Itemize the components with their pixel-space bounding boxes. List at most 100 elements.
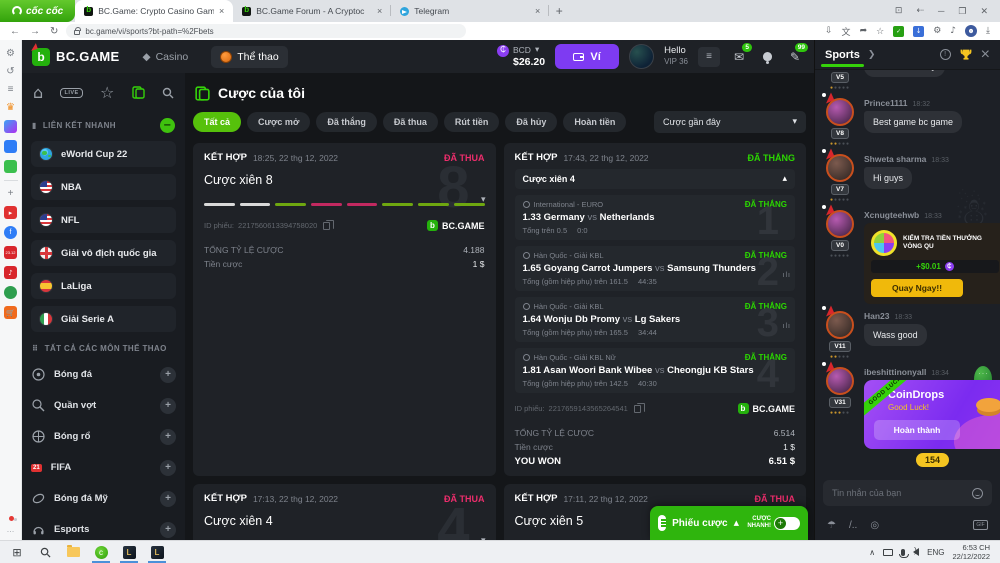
translate-icon[interactable]: 文 xyxy=(842,25,851,38)
add-shortcut-icon[interactable]: + xyxy=(8,188,14,199)
settings-gear-icon[interactable]: ⚙ xyxy=(6,48,15,59)
speaker-icon[interactable] xyxy=(913,548,919,556)
sidebar-item-american-football[interactable]: Bóng đá Mỹ + xyxy=(31,485,176,512)
expand-plus-icon[interactable]: + xyxy=(160,522,176,538)
messenger-icon[interactable] xyxy=(4,120,17,133)
quick-bet-toggle[interactable] xyxy=(774,517,800,530)
user-avatar[interactable] xyxy=(629,44,654,69)
copy-icon[interactable] xyxy=(323,222,330,230)
share-icon[interactable]: ➦ xyxy=(860,26,868,36)
profile-avatar-icon[interactable]: ☻ xyxy=(965,25,977,37)
live-icon[interactable]: LIVE xyxy=(60,88,82,98)
home-icon[interactable]: ⌂ xyxy=(33,83,43,102)
zalo-icon[interactable] xyxy=(4,140,17,153)
filter-won[interactable]: Đã thắng xyxy=(316,112,377,132)
minimize-button[interactable]: ─ xyxy=(938,6,944,16)
tab-close-icon[interactable]: × xyxy=(219,6,224,16)
sort-dropdown[interactable]: Cược gần đây ▾ xyxy=(654,111,806,133)
parlay-leg[interactable]: Hàn Quốc - Giải KBL Nữ ĐÃ THẮNG 1.81 Asa… xyxy=(515,348,796,393)
adblock-badge-icon[interactable]: ✓ xyxy=(893,26,904,37)
expand-plus-icon[interactable]: + xyxy=(160,429,176,445)
address-bar[interactable]: bc.game/vi/sports?bt-path=%2Fbets xyxy=(66,24,466,38)
wallet-button[interactable]: Ví xyxy=(555,44,619,69)
expand-plus-icon[interactable]: + xyxy=(160,460,176,476)
filter-open[interactable]: Cược mở xyxy=(247,112,310,132)
facebook-icon[interactable]: f xyxy=(4,226,17,239)
sidebar-item-eworldcup[interactable]: eWorld Cup 22 xyxy=(31,141,176,167)
chat-input-box[interactable] xyxy=(823,480,992,506)
parlay-collapse-strip[interactable]: Cược xiên 4 ▴ xyxy=(515,169,796,189)
expand-plus-icon[interactable]: + xyxy=(160,398,176,414)
sidebar-item-nfl[interactable]: NFL xyxy=(31,207,176,233)
browser-tab-bcgame[interactable]: BC.Game: Crypto Casino Gam × xyxy=(75,0,233,22)
history-icon[interactable]: ↺ xyxy=(6,66,14,77)
trophy-icon[interactable] xyxy=(960,49,972,61)
more-options-icon[interactable]: … xyxy=(7,525,15,534)
reload-icon[interactable]: ↻ xyxy=(50,26,58,37)
coindrops-complete-button[interactable]: Hoàn thành xyxy=(874,420,960,440)
chat-username[interactable]: Han23 xyxy=(864,311,890,321)
avatar[interactable] xyxy=(826,154,854,182)
snapshot-icon[interactable]: ⊡ xyxy=(895,6,903,16)
chat-close-icon[interactable]: × xyxy=(981,46,990,64)
taskbar-clock[interactable]: 6:53 CH 22/12/2022 xyxy=(952,543,990,562)
microphone-icon[interactable] xyxy=(901,549,905,556)
chat-username[interactable]: Xcnugteehwb xyxy=(864,210,919,220)
avatar[interactable] xyxy=(826,367,854,395)
avatar[interactable] xyxy=(826,311,854,339)
expand-plus-icon[interactable]: + xyxy=(160,491,176,507)
language-indicator[interactable]: ENG xyxy=(927,548,944,557)
close-button[interactable]: ✕ xyxy=(980,6,988,17)
wreath-icon[interactable] xyxy=(4,286,17,299)
chat-message-input[interactable] xyxy=(832,488,966,498)
games-icon[interactable] xyxy=(4,160,17,173)
sidebar-item-premier-league[interactable]: Giải vô địch quốc gia xyxy=(31,240,176,266)
spin-now-button[interactable]: Quay Ngay!! xyxy=(871,279,963,297)
game-app-icon[interactable]: L xyxy=(116,541,142,563)
avatar[interactable] xyxy=(826,210,854,238)
sidebar-item-soccer[interactable]: Bóng đá + xyxy=(31,361,176,388)
youtube-icon[interactable]: ▸ xyxy=(4,206,17,219)
filter-refund[interactable]: Hoàn tiền xyxy=(563,112,626,132)
sidebar-item-serie-a[interactable]: Giải Serie A xyxy=(31,306,176,332)
chat-username[interactable]: Prince1111 xyxy=(864,98,908,108)
tab-close-icon[interactable]: × xyxy=(377,6,382,16)
chat-username[interactable]: Shweta sharma xyxy=(864,154,926,164)
balance-selector[interactable]: ₵ BCD ▾ $26.20 xyxy=(497,45,545,69)
bookmark-star-icon[interactable]: ☆ xyxy=(876,26,884,37)
sidebar-item-esports[interactable]: Esports + xyxy=(31,516,176,540)
tray-expand-icon[interactable]: ∧ xyxy=(869,548,875,557)
rain-tip-icon[interactable]: ☂ xyxy=(827,520,836,531)
coccoc-brand-button[interactable]: cốc cốc xyxy=(0,0,75,22)
chat-tab-sports[interactable]: Sports xyxy=(825,49,860,67)
rank-list-icon[interactable]: ≡ xyxy=(698,47,720,67)
sidebar-item-nba[interactable]: NBA xyxy=(31,174,176,200)
new-tab-button[interactable]: + xyxy=(549,0,569,22)
my-bets-icon[interactable] xyxy=(132,86,145,99)
chat-commands-icon[interactable]: /.. xyxy=(849,520,857,531)
chat-username[interactable]: ibeshittinonyall xyxy=(864,367,926,377)
user-info[interactable]: Hello VIP 36 xyxy=(664,46,688,66)
music-app-icon[interactable]: ♪ xyxy=(4,266,17,279)
filter-all[interactable]: Tất cả xyxy=(193,112,241,132)
expand-plus-icon[interactable]: + xyxy=(160,367,176,383)
favorites-star-icon[interactable]: ☆ xyxy=(100,83,114,102)
start-button[interactable]: ⊞ xyxy=(4,541,30,563)
filter-cashout[interactable]: Rút tiền xyxy=(444,112,500,132)
browser-tab-telegram[interactable]: Telegram × xyxy=(391,0,549,22)
chat-rules-icon[interactable]: ! xyxy=(940,49,951,60)
coccoc-taskbar-icon[interactable]: c xyxy=(88,541,114,563)
save-page-icon[interactable]: ⇩ xyxy=(825,26,833,36)
chat-toggle-icon[interactable]: ✎ 99 xyxy=(786,48,804,66)
coindrops-promo-card[interactable]: GOOD LUCK CoinDrops Good Luck! Hoàn thàn… xyxy=(864,380,1000,449)
maximize-button[interactable]: ❐ xyxy=(958,6,966,17)
bell-icon[interactable] xyxy=(758,48,776,66)
sidebar-item-fifa[interactable]: 21 FIFA + xyxy=(31,454,176,481)
copy-icon[interactable] xyxy=(634,405,641,413)
download-extension-icon[interactable]: ↓ xyxy=(913,26,924,37)
sidebar-item-basketball[interactable]: Bóng rổ + xyxy=(31,423,176,450)
taskbar-search-icon[interactable] xyxy=(32,541,58,563)
notes-icon[interactable]: ♪ xyxy=(950,26,956,36)
calendar-icon[interactable]: 23.12 xyxy=(4,246,17,259)
filter-lost[interactable]: Đã thua xyxy=(383,112,438,132)
